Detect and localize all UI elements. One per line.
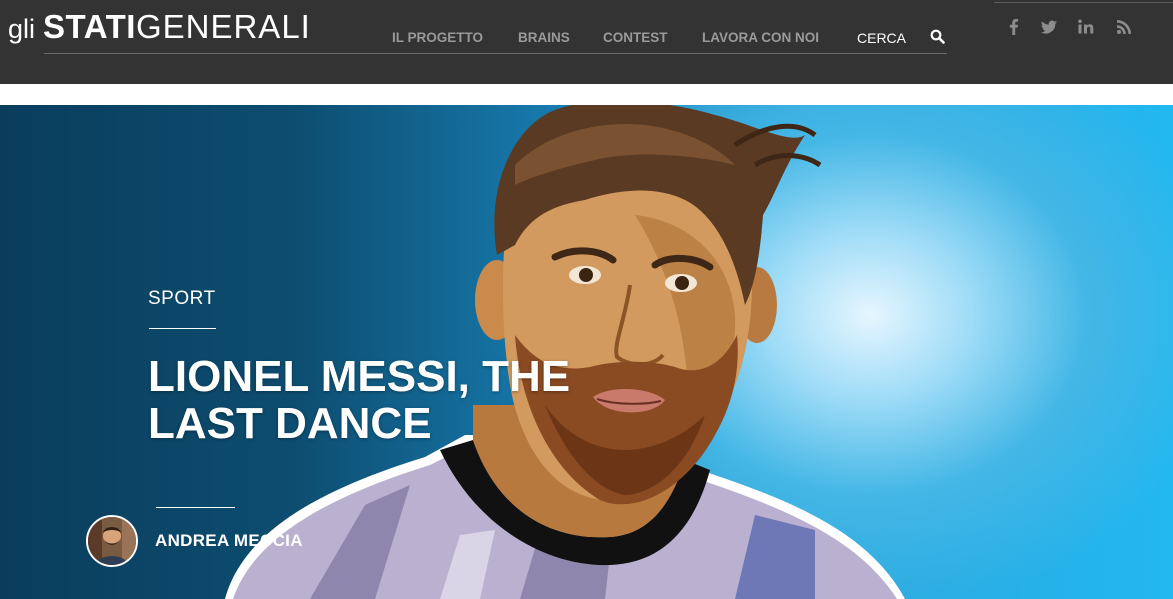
search-icon[interactable] xyxy=(930,29,945,44)
logo-prefix: gli xyxy=(8,14,36,44)
author-divider xyxy=(156,507,235,508)
nav-lavora-con-noi[interactable]: LAVORA CON NOI xyxy=(702,30,819,45)
hero-banner[interactable]: SPORT LIONEL MESSI, THE LAST DANCE ANDRE… xyxy=(0,105,1173,599)
header-divider xyxy=(44,53,947,54)
logo-bold-part: STATI xyxy=(43,8,136,45)
author-name[interactable]: ANDREA MECCIA xyxy=(155,531,303,551)
nav-il-progetto[interactable]: IL PROGETTO xyxy=(392,30,483,45)
article-category[interactable]: SPORT xyxy=(148,288,216,310)
facebook-icon[interactable] xyxy=(1004,17,1024,37)
logo-light-part: GENERALI xyxy=(135,8,311,45)
header-spacer xyxy=(0,84,1173,105)
nav-brains[interactable]: BRAINS xyxy=(518,30,570,45)
nav-contest[interactable]: CONTEST xyxy=(603,30,668,45)
author-avatar[interactable] xyxy=(86,515,138,567)
search-link[interactable]: CERCA xyxy=(857,30,906,46)
article-title[interactable]: LIONEL MESSI, THE LAST DANCE xyxy=(148,353,618,447)
linkedin-icon[interactable] xyxy=(1076,17,1096,37)
social-divider xyxy=(994,2,1173,3)
twitter-icon[interactable] xyxy=(1039,17,1059,37)
rss-icon[interactable] xyxy=(1114,17,1134,37)
category-divider xyxy=(149,328,216,329)
site-logo[interactable]: gli STATI GENERALI xyxy=(8,8,311,48)
site-header: gli STATI GENERALI IL PROGETTO BRAINS CO… xyxy=(0,0,1173,84)
